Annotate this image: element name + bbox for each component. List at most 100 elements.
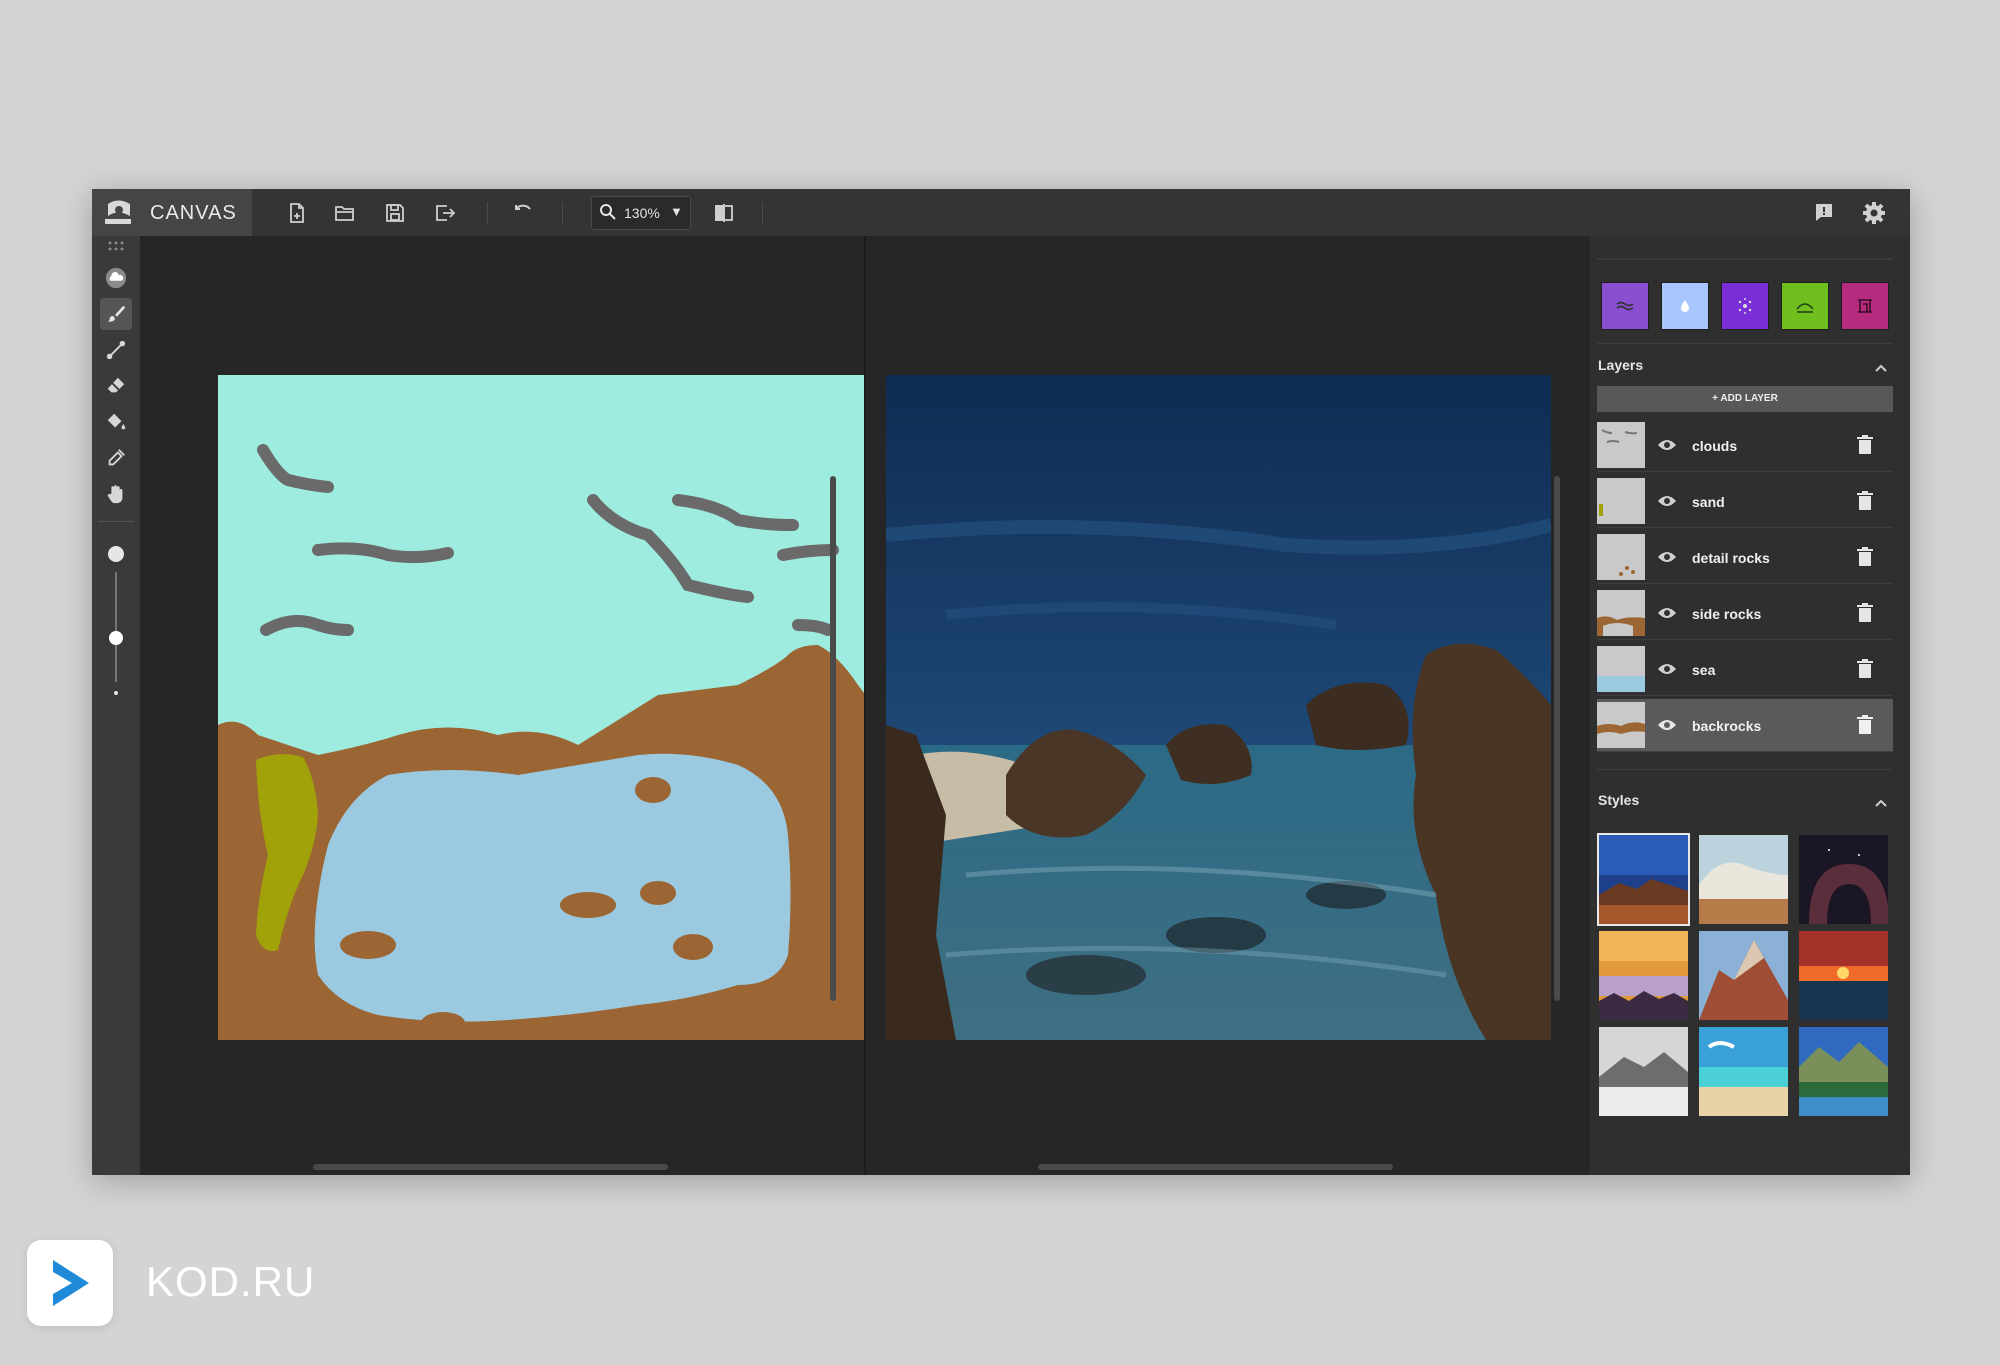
output-horizontal-scrollbar[interactable]: [1038, 1164, 1393, 1170]
material-water-swatch[interactable]: [1601, 282, 1649, 330]
layer-thumbnail: [1597, 422, 1645, 468]
watermark-label: KOD.RU: [146, 1258, 316, 1305]
tool-separator: [98, 521, 134, 522]
zoom-value: 130%: [624, 205, 660, 221]
save-icon[interactable]: [380, 198, 410, 228]
layer-thumbnail: [1597, 534, 1645, 580]
trash-icon[interactable]: [1856, 491, 1874, 511]
app-title: CANVAS: [150, 202, 237, 224]
material-sparkle-swatch[interactable]: [1721, 282, 1769, 330]
canvas-vertical-scrollbar[interactable]: [830, 476, 836, 1001]
hill-icon: [1796, 303, 1814, 313]
layer-name: clouds: [1692, 438, 1738, 454]
zoom-control[interactable]: 130% ▼: [591, 196, 691, 230]
play-arrow-icon: [53, 1260, 89, 1306]
material-hill-swatch[interactable]: [1781, 282, 1829, 330]
style-thumbnail[interactable]: [1599, 1027, 1688, 1116]
layer-name: sea: [1692, 662, 1716, 678]
brush-size-slider-track[interactable]: [115, 572, 117, 682]
material-structure-swatch[interactable]: [1841, 282, 1889, 330]
layer-thumbnail: [1597, 478, 1645, 524]
layer-name: side rocks: [1692, 606, 1762, 622]
drop-icon: [1681, 300, 1689, 312]
layer-row[interactable]: sand: [1597, 475, 1893, 528]
eye-icon[interactable]: [1657, 492, 1677, 510]
layer-row[interactable]: sea: [1597, 643, 1893, 696]
layer-row-selected[interactable]: backrocks: [1597, 699, 1893, 752]
eye-icon[interactable]: [1657, 436, 1677, 454]
line-icon[interactable]: [100, 334, 132, 366]
output-vertical-scrollbar[interactable]: [1554, 476, 1560, 1001]
compare-icon[interactable]: [710, 198, 740, 228]
layer-name: backrocks: [1692, 718, 1762, 734]
rendered-image: [886, 375, 1551, 1040]
style-thumbnail[interactable]: [1799, 931, 1888, 1020]
eyedropper-icon[interactable]: [100, 442, 132, 474]
app-window: CANVAS 130% ▼ Layers + ADD LAYER clouds …: [92, 189, 1910, 1175]
trash-icon[interactable]: [1856, 715, 1874, 735]
brush-size-small-icon: [114, 691, 118, 695]
toolbar-separator: [562, 202, 563, 224]
layer-row[interactable]: clouds: [1597, 419, 1893, 472]
style-thumbnail[interactable]: [1699, 1027, 1788, 1116]
toolbar-separator: [487, 202, 488, 224]
layer-row[interactable]: side rocks: [1597, 587, 1893, 640]
structure-icon: [1858, 299, 1872, 313]
brush-size-slider-handle[interactable]: [109, 631, 123, 645]
style-thumbnail[interactable]: [1799, 1027, 1888, 1116]
layer-thumbnail: [1597, 590, 1645, 636]
fill-bucket-icon[interactable]: [100, 406, 132, 438]
chevron-down-icon[interactable]: ▼: [670, 204, 683, 219]
trash-icon[interactable]: [1856, 435, 1874, 455]
feedback-icon[interactable]: [1809, 198, 1839, 228]
eye-icon[interactable]: [1657, 548, 1677, 566]
undo-icon[interactable]: [509, 198, 539, 228]
eye-icon[interactable]: [1657, 716, 1677, 734]
section-separator: [1597, 769, 1893, 770]
water-icon: [1616, 301, 1634, 311]
style-thumbnail[interactable]: [1597, 833, 1690, 926]
material-cloud-icon[interactable]: [100, 262, 132, 294]
styles-title: Styles: [1598, 792, 1640, 808]
trash-icon[interactable]: [1856, 659, 1874, 679]
layer-name: detail rocks: [1692, 550, 1770, 566]
brush-size-large-icon: [108, 546, 124, 562]
material-drop-swatch[interactable]: [1661, 282, 1709, 330]
grip-icon[interactable]: [100, 236, 132, 256]
chevron-up-icon[interactable]: [1872, 794, 1890, 812]
style-thumbnail[interactable]: [1699, 835, 1788, 924]
top-bar: CANVAS 130% ▼: [92, 189, 1910, 236]
eraser-icon[interactable]: [100, 370, 132, 402]
style-thumbnail[interactable]: [1599, 931, 1688, 1020]
eye-icon[interactable]: [1657, 604, 1677, 622]
layers-title: Layers: [1598, 357, 1644, 373]
settings-icon[interactable]: [1859, 198, 1889, 228]
toolbar-separator: [762, 202, 763, 224]
style-thumbnail[interactable]: [1799, 835, 1888, 924]
open-folder-icon[interactable]: [330, 198, 360, 228]
export-icon[interactable]: [430, 198, 460, 228]
panel-top-separator: [1597, 258, 1893, 260]
style-thumbnail[interactable]: [1699, 931, 1788, 1020]
brush-icon[interactable]: [100, 298, 132, 330]
sparkle-icon: [1738, 298, 1752, 314]
chevron-up-icon[interactable]: [1872, 359, 1890, 377]
eye-icon[interactable]: [1657, 660, 1677, 678]
layer-thumbnail: [1597, 646, 1645, 692]
hand-icon[interactable]: [100, 478, 132, 510]
section-separator: [1597, 343, 1893, 344]
layer-thumbnail: [1597, 702, 1645, 748]
segmentation-canvas[interactable]: [218, 375, 883, 1040]
layer-row[interactable]: detail rocks: [1597, 531, 1893, 584]
nvidia-logo-icon: [105, 200, 131, 224]
canvas-horizontal-scrollbar[interactable]: [313, 1164, 668, 1170]
new-file-icon[interactable]: [282, 198, 312, 228]
search-icon: [600, 204, 616, 220]
trash-icon[interactable]: [1856, 603, 1874, 623]
add-layer-button[interactable]: + ADD LAYER: [1597, 386, 1893, 412]
layer-name: sand: [1692, 494, 1725, 510]
trash-icon[interactable]: [1856, 547, 1874, 567]
output-pane: [866, 236, 1590, 1175]
kod-logo: [27, 1240, 113, 1326]
side-panel: Layers + ADD LAYER clouds sand detail ro…: [1590, 236, 1910, 1175]
